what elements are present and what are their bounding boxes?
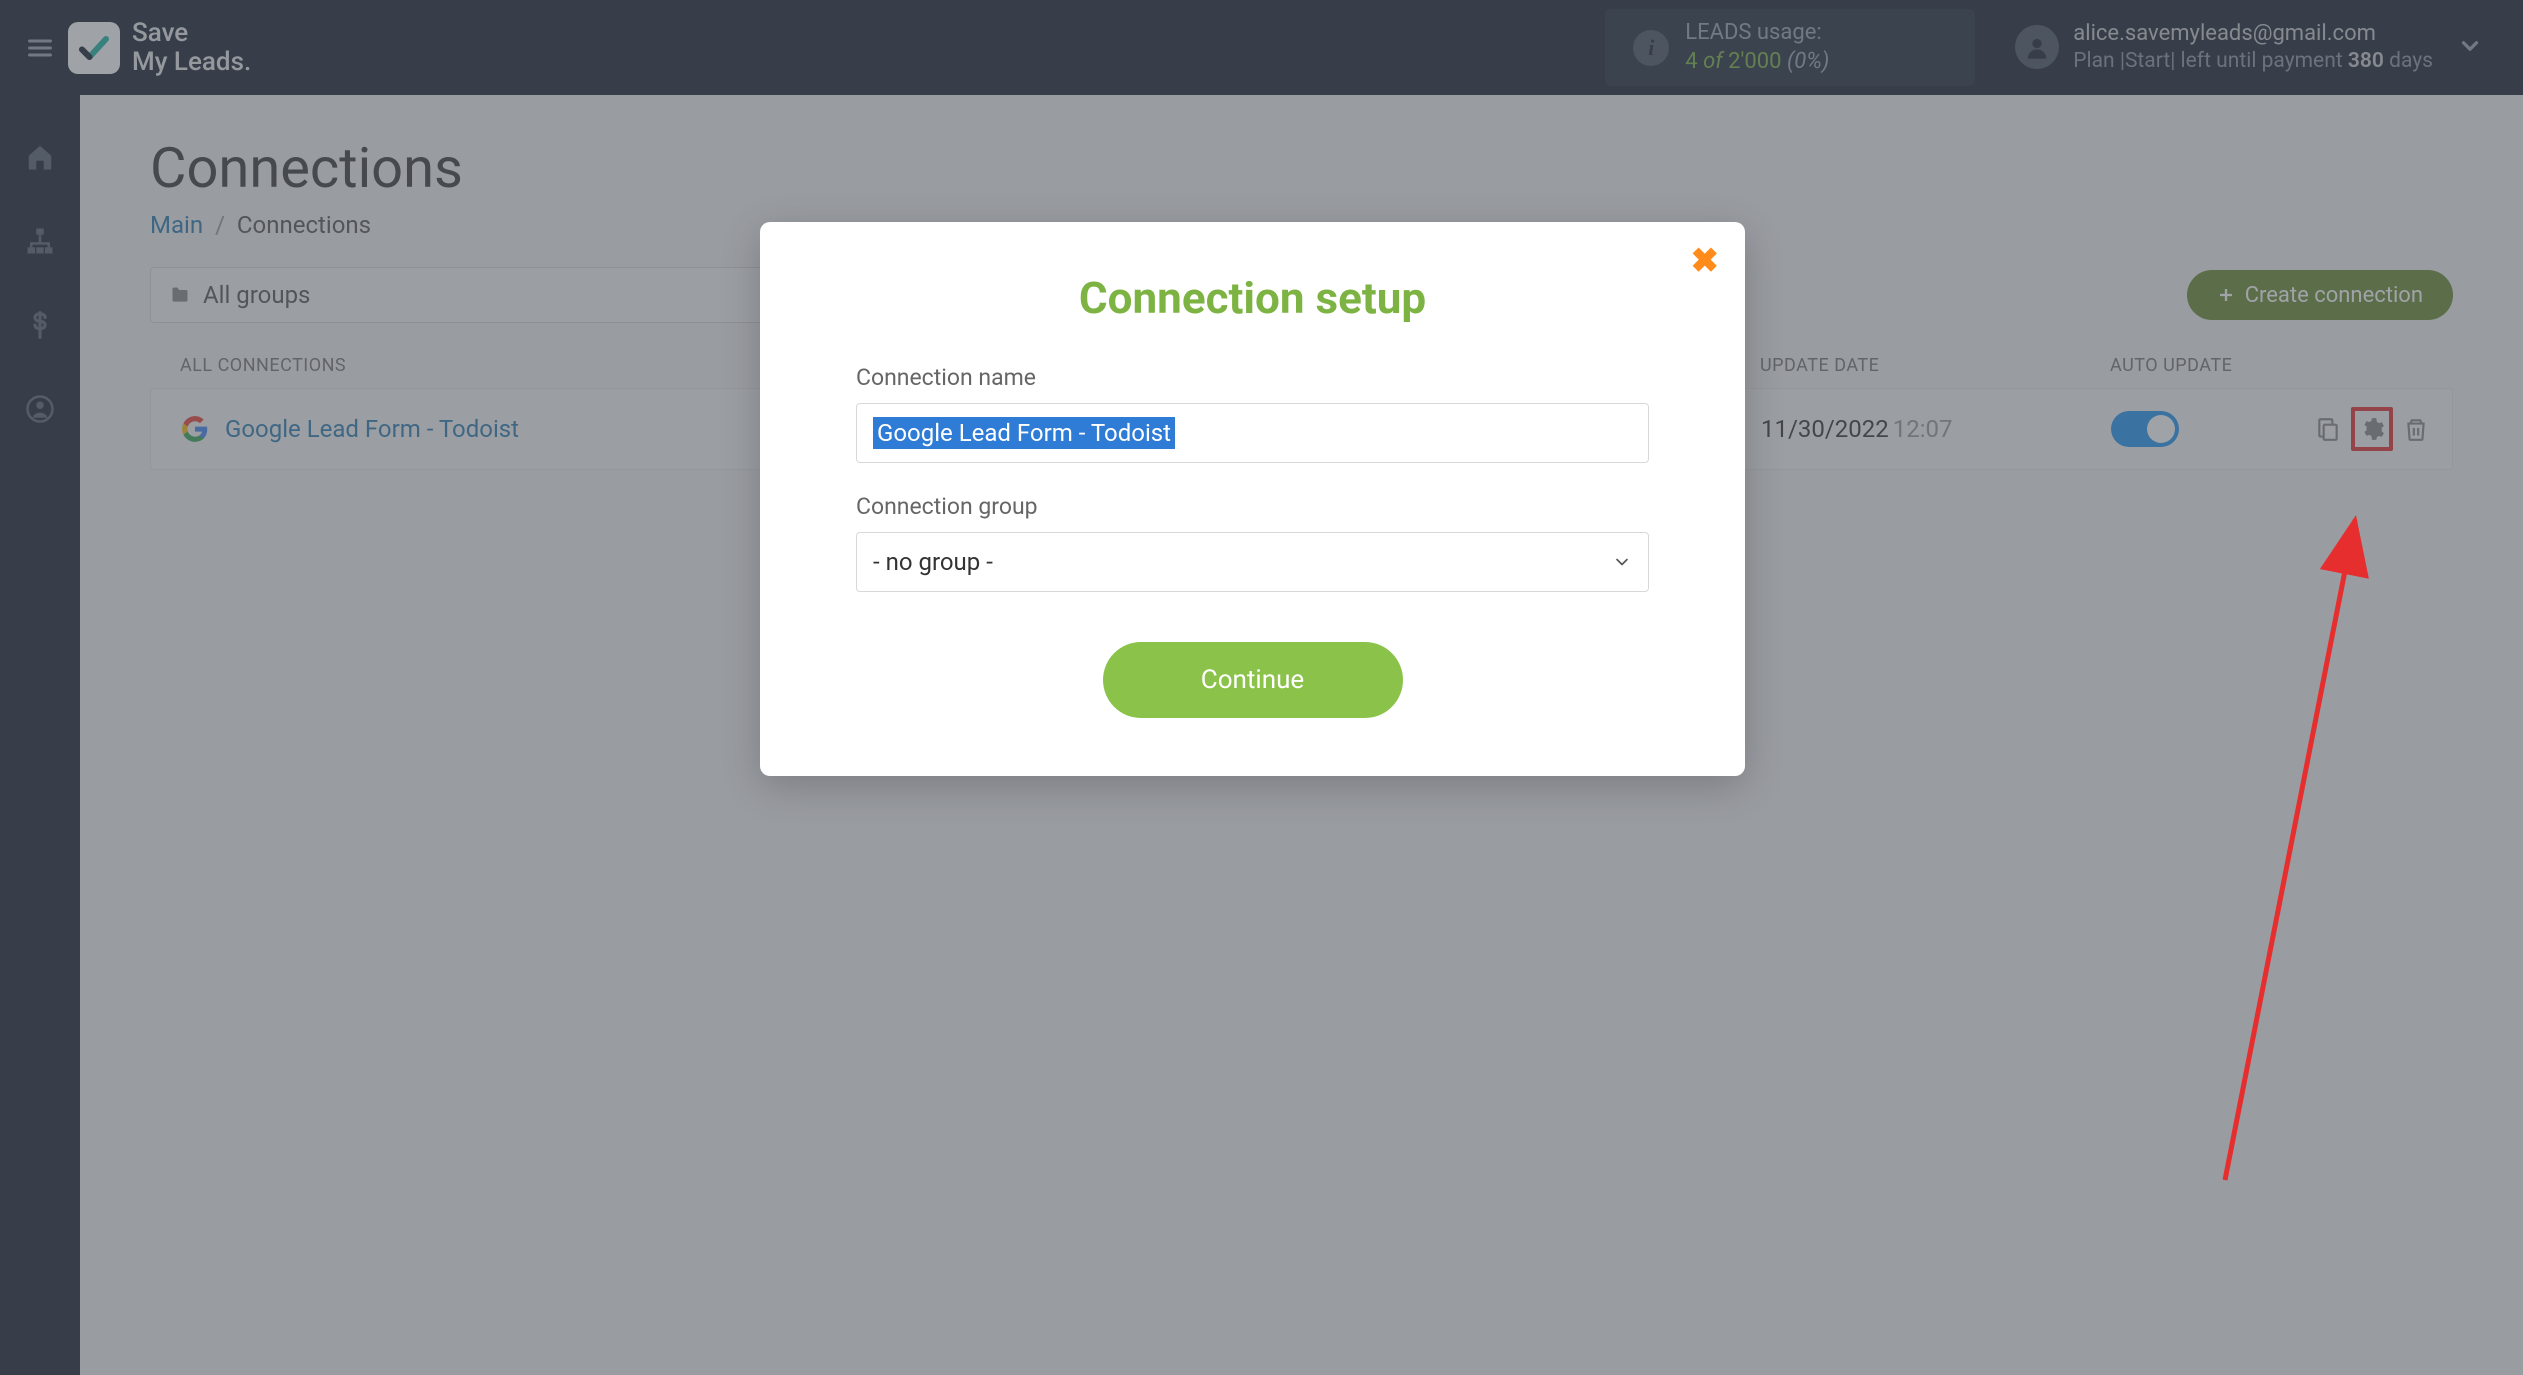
chevron-down-icon <box>1612 552 1632 572</box>
connection-name-label: Connection name <box>856 364 1649 391</box>
connection-name-value: Google Lead Form - Todoist <box>873 417 1175 449</box>
modal-title: Connection setup <box>856 272 1649 324</box>
connection-group-label: Connection group <box>856 493 1649 520</box>
continue-button[interactable]: Continue <box>1103 642 1403 718</box>
connection-name-input[interactable]: Google Lead Form - Todoist <box>856 403 1649 463</box>
connection-setup-modal: ✖ Connection setup Connection name Googl… <box>760 222 1745 776</box>
connection-group-value: - no group - <box>873 548 993 576</box>
close-icon: ✖ <box>1691 241 1720 281</box>
connection-group-select[interactable]: - no group - <box>856 532 1649 592</box>
modal-close-button[interactable]: ✖ <box>1691 244 1720 278</box>
